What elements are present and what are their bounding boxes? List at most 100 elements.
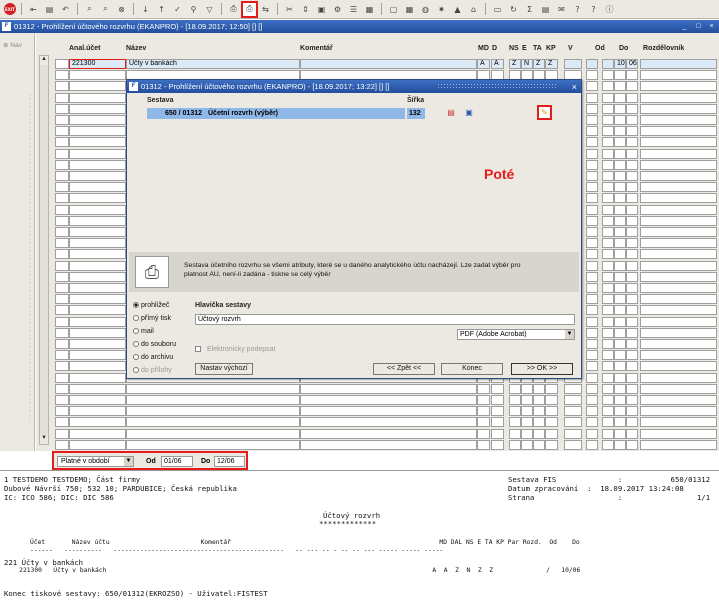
sestava-number[interactable]: 650 / 01312 — [147, 108, 205, 119]
table-cell[interactable] — [55, 238, 69, 249]
cell-rozd[interactable] — [602, 59, 614, 69]
table-cell[interactable] — [640, 182, 717, 193]
table-cell[interactable] — [300, 428, 477, 439]
chevron-down-icon[interactable]: ▼ — [124, 457, 133, 466]
table-cell[interactable] — [509, 428, 521, 439]
table-cell[interactable] — [509, 417, 521, 428]
columns-icon[interactable]: ▦ — [363, 3, 376, 16]
table-cell[interactable] — [614, 215, 626, 226]
table-cell[interactable] — [602, 316, 614, 327]
table-cell[interactable] — [300, 395, 477, 405]
table-cell[interactable] — [55, 137, 69, 148]
tools-icon[interactable]: ⚙ — [331, 3, 344, 16]
col-header-rozdelovnik[interactable]: Rozdělovník — [643, 45, 684, 52]
table-cell[interactable] — [586, 137, 598, 148]
table-cell[interactable] — [586, 182, 598, 193]
table-cell[interactable] — [614, 81, 626, 92]
table-cell[interactable] — [564, 383, 582, 394]
close-icon[interactable]: × — [707, 22, 716, 31]
report-list-icon[interactable]: ▣ — [463, 107, 475, 119]
table-cell[interactable] — [55, 383, 69, 394]
sort-desc-icon[interactable]: ↑ — [155, 3, 168, 16]
table-cell[interactable] — [55, 148, 69, 159]
hlavicka-input[interactable]: Účtový rozvrh — [195, 314, 575, 325]
cell-v[interactable] — [564, 59, 582, 69]
col-header-ns[interactable]: NS — [509, 45, 519, 52]
table-cell[interactable] — [300, 383, 477, 394]
table-cell[interactable] — [69, 137, 126, 148]
sirka-value[interactable]: 132 — [407, 108, 425, 119]
exit-icon[interactable]: EXIT — [4, 3, 16, 15]
table-cell[interactable] — [602, 115, 614, 125]
table-cell[interactable] — [626, 260, 638, 271]
table-cell[interactable] — [586, 148, 598, 159]
find-next-icon[interactable]: ⌕ — [99, 3, 112, 16]
table-cell[interactable] — [477, 439, 490, 450]
table-cell[interactable] — [126, 395, 300, 405]
table-cell[interactable] — [69, 193, 126, 204]
table-cell[interactable] — [614, 417, 626, 428]
table-cell[interactable] — [640, 92, 717, 103]
table-cell[interactable] — [626, 159, 638, 170]
table-cell[interactable] — [55, 126, 69, 137]
table-cell[interactable] — [564, 428, 582, 439]
table-cell[interactable] — [626, 103, 638, 114]
about-icon[interactable]: ⓘ — [603, 3, 616, 16]
table-cell[interactable] — [586, 417, 598, 428]
table-cell[interactable] — [602, 339, 614, 349]
table-cell[interactable] — [55, 283, 69, 293]
table-cell[interactable] — [640, 383, 717, 394]
table-cell[interactable] — [614, 126, 626, 137]
table-cell[interactable] — [521, 417, 533, 428]
table-cell[interactable] — [602, 260, 614, 271]
table-cell[interactable] — [602, 305, 614, 316]
table-cell[interactable] — [545, 406, 558, 417]
table-cell[interactable] — [586, 249, 598, 260]
table-cell[interactable] — [626, 70, 638, 81]
table-cell[interactable] — [626, 417, 638, 428]
table-cell[interactable] — [564, 439, 582, 450]
table-cell[interactable] — [602, 383, 614, 394]
table-cell[interactable] — [602, 137, 614, 148]
maximize-icon[interactable]: □ — [694, 22, 703, 31]
table-cell[interactable] — [521, 406, 533, 417]
table-cell[interactable] — [586, 260, 598, 271]
table-cell[interactable] — [69, 283, 126, 293]
table-cell[interactable] — [640, 406, 717, 417]
table-cell[interactable] — [55, 428, 69, 439]
table-cell[interactable] — [55, 171, 69, 181]
home-icon[interactable]: ⌂ — [467, 3, 480, 16]
cell-od[interactable]: 10 — [614, 59, 626, 69]
table-cell[interactable] — [586, 395, 598, 405]
table-cell[interactable] — [602, 428, 614, 439]
table-cell[interactable] — [69, 204, 126, 215]
table-cell[interactable] — [614, 294, 626, 305]
table-cell[interactable] — [586, 204, 598, 215]
table-cell[interactable] — [545, 417, 558, 428]
col-header-e[interactable]: E — [522, 45, 527, 52]
table-cell[interactable] — [626, 316, 638, 327]
table-cell[interactable] — [533, 406, 545, 417]
table-cell[interactable] — [586, 171, 598, 181]
table-cell[interactable] — [55, 305, 69, 316]
table-cell[interactable] — [640, 159, 717, 170]
table-cell[interactable] — [614, 327, 626, 338]
table-cell[interactable] — [533, 439, 545, 450]
table-row[interactable] — [36, 417, 719, 428]
table-cell[interactable] — [626, 193, 638, 204]
table-cell[interactable] — [614, 204, 626, 215]
nastav-vychozi-button[interactable]: Nastav výchozí — [195, 363, 253, 375]
table-cell[interactable] — [640, 249, 717, 260]
col-header-komentar[interactable]: Komentář — [300, 45, 333, 52]
period-select[interactable]: Platné v období ▼ — [57, 456, 134, 467]
table-cell[interactable] — [602, 406, 614, 417]
table-cell[interactable] — [69, 103, 126, 114]
output-radio-do-souboru[interactable]: do souboru — [133, 341, 176, 348]
table-cell[interactable] — [55, 294, 69, 305]
table-cell[interactable] — [300, 406, 477, 417]
table-cell[interactable] — [626, 361, 638, 372]
table-cell[interactable] — [69, 171, 126, 181]
table-cell[interactable] — [640, 372, 717, 383]
table-cell[interactable] — [626, 339, 638, 349]
col-header-kp[interactable]: KP — [546, 45, 556, 52]
